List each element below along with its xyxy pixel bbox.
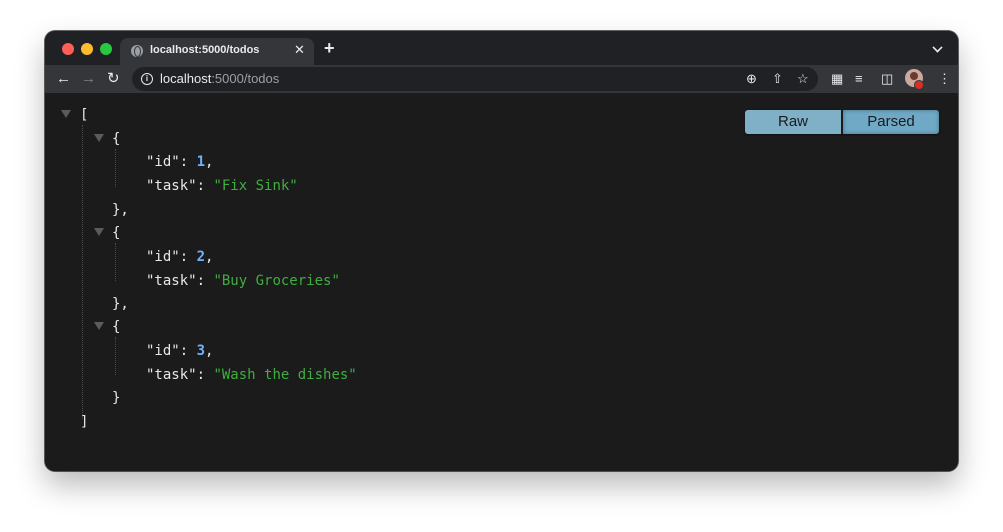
collapse-toggle-item[interactable] xyxy=(94,134,104,142)
tab-strip: localhost:5000/todos ✕ + xyxy=(45,31,958,65)
collapse-toggle-item[interactable] xyxy=(94,322,104,330)
zoom-window-button[interactable] xyxy=(100,43,112,55)
open-brace: { xyxy=(112,225,121,241)
close-bracket: ] xyxy=(80,414,89,430)
indent-guide xyxy=(82,125,83,419)
close-brace: } xyxy=(112,390,121,406)
browser-toolbar: ← → ↻ i localhost:5000/todos ⊕ ⇧ ☆ ▦ ≡ ◫… xyxy=(45,65,958,93)
json-key: "task" xyxy=(146,178,197,194)
json-number: 1 xyxy=(196,154,206,170)
tab-close-icon[interactable]: ✕ xyxy=(294,42,305,58)
json-key: "id" xyxy=(146,154,180,170)
view-mode-toggle: Raw Parsed xyxy=(745,110,939,134)
json-key: "task" xyxy=(146,367,197,383)
browser-window: localhost:5000/todos ✕ + ← → ↻ i localho… xyxy=(45,31,958,471)
json-number: 2 xyxy=(196,249,206,265)
json-number: 3 xyxy=(196,343,206,359)
close-brace: }, xyxy=(112,202,129,218)
open-brace: { xyxy=(112,131,121,147)
raw-view-button[interactable]: Raw xyxy=(745,110,841,134)
parsed-view-button[interactable]: Parsed xyxy=(843,110,939,134)
json-viewer: [ { "id": 1, "task": "Fix Sink" }, { "id… xyxy=(45,93,958,471)
collapse-toggle-root[interactable] xyxy=(61,110,71,118)
json-property: "task": "Fix Sink" xyxy=(146,178,298,194)
active-tab[interactable]: localhost:5000/todos ✕ xyxy=(120,38,314,65)
json-property: "task": "Wash the dishes" xyxy=(146,367,357,383)
url-text[interactable]: localhost:5000/todos xyxy=(160,71,279,86)
json-key: "task" xyxy=(146,273,197,289)
json-key: "id" xyxy=(146,249,180,265)
tab-title: localhost:5000/todos xyxy=(150,44,260,56)
json-string: "Fix Sink" xyxy=(213,178,298,194)
url-host: localhost xyxy=(160,71,212,86)
json-property: "task": "Buy Groceries" xyxy=(146,273,340,289)
url-path: :5000/todos xyxy=(211,71,280,86)
json-string: "Buy Groceries" xyxy=(213,273,340,289)
minimize-window-button[interactable] xyxy=(81,43,93,55)
puzzle-icon[interactable]: ▦ xyxy=(831,70,843,88)
close-brace: }, xyxy=(112,296,129,312)
globe-icon xyxy=(131,45,143,57)
open-bracket: [ xyxy=(80,107,89,123)
forward-arrow-icon[interactable]: → xyxy=(81,69,96,89)
open-brace: { xyxy=(112,319,121,335)
reading-list-icon[interactable]: ≡ xyxy=(855,70,863,88)
new-tab-button[interactable]: + xyxy=(324,39,335,57)
chevron-down-icon[interactable] xyxy=(932,42,943,53)
json-property: "id": 3, xyxy=(146,343,214,359)
side-panel-icon[interactable]: ◫ xyxy=(881,70,893,88)
zoom-icon[interactable]: ⊕ xyxy=(746,70,757,88)
json-string: "Wash the dishes" xyxy=(213,367,357,383)
address-bar[interactable]: i localhost:5000/todos ⊕ ⇧ ☆ xyxy=(132,67,818,91)
json-property: "id": 2, xyxy=(146,249,214,265)
back-arrow-icon[interactable]: ← xyxy=(56,69,71,89)
reload-icon[interactable]: ↻ xyxy=(107,69,120,89)
kebab-menu-icon[interactable]: ⋮ xyxy=(938,70,951,88)
close-window-button[interactable] xyxy=(62,43,74,55)
indent-guide xyxy=(115,337,116,375)
indent-guide xyxy=(115,243,116,281)
star-icon[interactable]: ☆ xyxy=(797,70,809,88)
share-icon[interactable]: ⇧ xyxy=(772,70,783,88)
json-property: "id": 1, xyxy=(146,154,214,170)
indent-guide xyxy=(115,149,116,187)
info-icon[interactable]: i xyxy=(141,73,153,85)
profile-badge xyxy=(914,80,924,90)
json-key: "id" xyxy=(146,343,180,359)
collapse-toggle-item[interactable] xyxy=(94,228,104,236)
